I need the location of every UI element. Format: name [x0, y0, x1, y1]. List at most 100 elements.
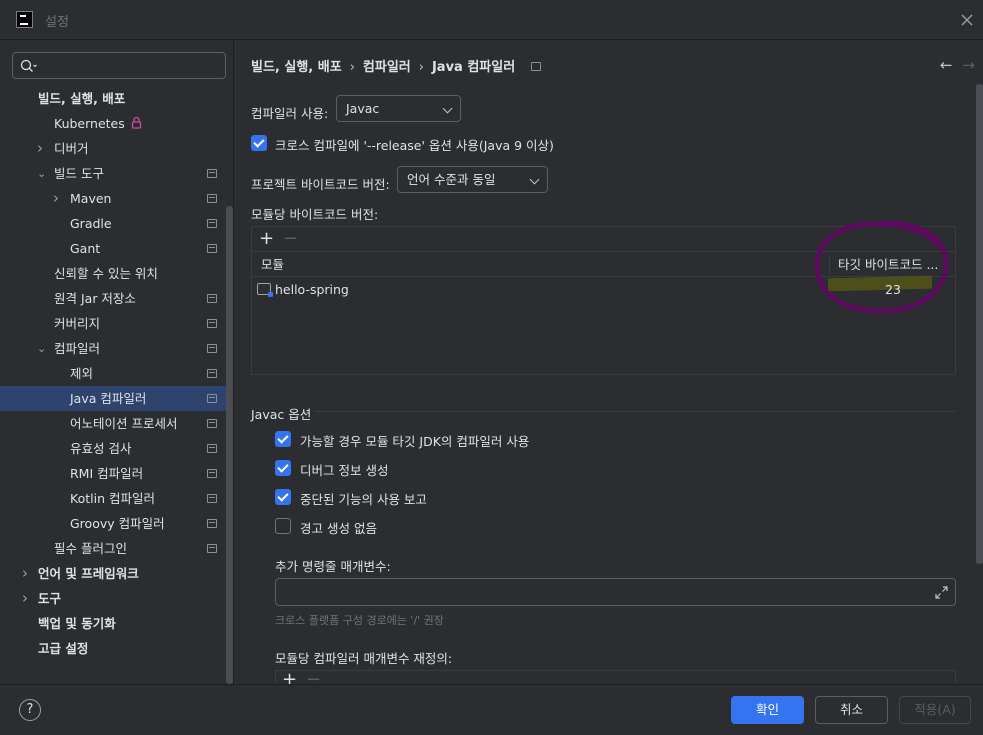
sidebar-item[interactable]: 신뢰할 수 있는 위치	[0, 261, 226, 286]
sidebar-item[interactable]: › 도구	[0, 586, 226, 611]
sidebar-item[interactable]: 백업 및 동기화	[0, 611, 226, 636]
deprecation-report-checkbox[interactable]	[275, 489, 291, 505]
search-input[interactable]	[12, 52, 226, 79]
remove-icon[interactable]: −	[306, 671, 321, 684]
column-header-target[interactable]: 타깃 바이트코드 ...	[838, 252, 938, 277]
sidebar-item-label: 어노테이션 프로세서	[70, 416, 178, 431]
sidebar-item[interactable]: Java 컴파일러	[0, 386, 226, 411]
add-icon[interactable]: +	[259, 228, 274, 249]
project-settings-icon	[207, 344, 217, 353]
title-bar: 설정	[0, 0, 983, 40]
project-settings-icon	[207, 494, 217, 503]
project-bytecode-select[interactable]: 언어 수준과 동일	[397, 166, 548, 193]
sidebar-item[interactable]: › 언어 및 프레임워크	[0, 561, 226, 586]
column-divider[interactable]	[829, 256, 830, 273]
sidebar-item[interactable]: Kubernetes	[0, 111, 226, 136]
chevron-right-icon[interactable]: ›	[53, 186, 65, 211]
chevron-right-icon: ›	[349, 60, 355, 75]
sidebar-item-label: 도구	[38, 591, 62, 606]
chevron-right-icon[interactable]: ›	[22, 586, 34, 611]
sidebar-item-label: Maven	[70, 191, 112, 206]
chevron-down-icon[interactable]: ⌄	[37, 336, 49, 361]
remove-icon[interactable]: −	[283, 228, 298, 249]
sidebar-item-label: Java 컴파일러	[70, 391, 147, 406]
chevron-down-icon	[529, 174, 540, 185]
compiler-select[interactable]: Javac	[336, 95, 461, 122]
no-warnings-label: 경고 생성 없음	[300, 521, 377, 536]
sidebar-item[interactable]: RMI 컴파일러	[0, 461, 226, 486]
forward-arrow-icon[interactable]: →	[962, 56, 975, 74]
extra-params-input[interactable]	[275, 578, 956, 606]
no-warnings-checkbox[interactable]	[275, 518, 291, 534]
target-bytecode-value[interactable]: 23	[885, 277, 901, 302]
cross-compile-checkbox[interactable]	[251, 135, 267, 151]
project-settings-icon	[207, 519, 217, 528]
extra-params-label: 추가 명령줄 매개변수:	[275, 559, 391, 574]
add-icon[interactable]: +	[282, 671, 297, 684]
sidebar-item-label: Groovy 컴파일러	[70, 516, 165, 531]
project-bytecode-label: 프로젝트 바이트코드 버전:	[251, 177, 390, 192]
chevron-down-icon	[442, 103, 453, 114]
back-arrow-icon[interactable]: ←	[940, 56, 953, 74]
deprecation-report-label: 중단된 기능의 사용 보고	[300, 492, 427, 507]
chevron-down-icon[interactable]: ⌄	[37, 161, 49, 186]
sidebar-item[interactable]: ⌄ 빌드 도구	[0, 161, 226, 186]
cancel-button[interactable]: 취소	[815, 696, 888, 724]
project-settings-icon	[207, 544, 217, 553]
sidebar-item[interactable]: 원격 Jar 저장소	[0, 286, 226, 311]
sidebar-item[interactable]: 커버리지	[0, 311, 226, 336]
breadcrumb: 빌드, 실행, 배포 › 컴파일러 › Java 컴파일러	[251, 56, 542, 75]
chevron-right-icon: ›	[418, 60, 424, 75]
module-folder-icon	[257, 283, 273, 297]
debug-info-checkbox[interactable]	[275, 460, 291, 476]
sidebar-item-label: 빌드 도구	[54, 166, 104, 181]
sidebar-item[interactable]: 제외	[0, 361, 226, 386]
section-divider	[314, 411, 956, 412]
sidebar-item-label: Kotlin 컴파일러	[70, 491, 155, 506]
chevron-right-icon[interactable]: ›	[22, 561, 34, 586]
sidebar-item-label: 제외	[70, 366, 94, 381]
use-module-target-jdk-checkbox[interactable]	[275, 431, 291, 447]
sidebar-item[interactable]: › 디버거	[0, 136, 226, 161]
sidebar-item[interactable]: 유효성 검사	[0, 436, 226, 461]
table-row[interactable]: hello-spring 23	[252, 277, 955, 302]
ok-button[interactable]: 확인	[731, 696, 804, 724]
module-bytecode-label: 모듈당 바이트코드 버전:	[251, 207, 379, 222]
column-header-module[interactable]: 모듈	[261, 252, 284, 277]
apply-button[interactable]: 적용(A)	[899, 696, 971, 724]
sidebar-item-label: 언어 및 프레임워크	[38, 566, 139, 581]
sidebar-item-label: 백업 및 동기화	[38, 616, 116, 631]
sidebar-item[interactable]: 필수 플러그인	[0, 536, 226, 561]
table-header: 모듈 타깃 바이트코드 ...	[252, 252, 955, 277]
debug-info-label: 디버그 정보 생성	[300, 463, 389, 478]
compiler-select-value: Javac	[346, 101, 380, 116]
breadcrumb-item: Java 컴파일러	[431, 60, 516, 75]
project-settings-icon	[207, 194, 217, 203]
sidebar-item[interactable]: Gant	[0, 236, 226, 261]
sidebar-item[interactable]: Kotlin 컴파일러	[0, 486, 226, 511]
override-params-label: 모듈당 컴파일러 매개변수 재정의:	[275, 651, 453, 666]
sidebar-item[interactable]: Gradle	[0, 211, 226, 236]
sidebar-item-label: 빌드, 실행, 배포	[38, 91, 126, 106]
close-icon[interactable]	[959, 12, 975, 28]
sidebar-item[interactable]: Groovy 컴파일러	[0, 511, 226, 536]
compiler-use-label: 컴파일러 사용:	[251, 106, 329, 121]
sidebar-item-label: 원격 Jar 저장소	[54, 291, 136, 306]
javac-section-title: Javac 옵션	[251, 407, 312, 422]
main-scrollbar[interactable]	[976, 84, 983, 564]
help-button[interactable]: ?	[19, 699, 41, 721]
sidebar-scrollbar[interactable]	[226, 206, 233, 684]
chevron-right-icon[interactable]: ›	[37, 136, 49, 161]
sidebar-item[interactable]: 빌드, 실행, 배포	[0, 86, 226, 111]
sidebar-item[interactable]: ⌄ 컴파일러	[0, 336, 226, 361]
sidebar-item-label: 유효성 검사	[70, 441, 132, 456]
project-settings-icon	[207, 169, 217, 178]
expand-icon[interactable]	[934, 585, 949, 600]
project-settings-icon	[207, 419, 217, 428]
sidebar-item[interactable]: › Maven	[0, 186, 226, 211]
dialog-footer: ? 확인 취소 적용(A)	[0, 684, 983, 735]
sidebar-item[interactable]: 어노테이션 프로세서	[0, 411, 226, 436]
sidebar-item[interactable]: 고급 설정	[0, 636, 226, 661]
breadcrumb-item[interactable]: 컴파일러	[363, 56, 411, 75]
breadcrumb-item[interactable]: 빌드, 실행, 배포	[251, 56, 342, 75]
